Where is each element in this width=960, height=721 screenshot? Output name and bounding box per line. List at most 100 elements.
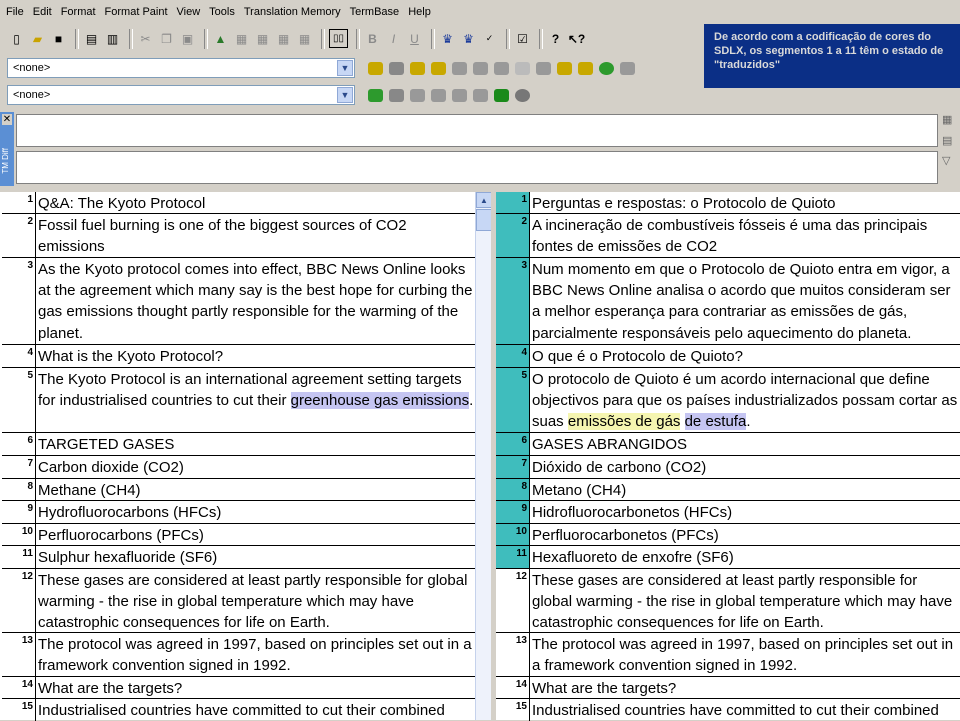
target-segment[interactable]: 15 Industrialised countries have committe… [496,699,960,721]
segment-text[interactable]: Hidrofluorocarbonetos (HFCs) [532,501,960,523]
segment-text[interactable]: O que é o Protocolo de Quioto? [532,345,960,367]
source-segment[interactable]: 11 Sulphur hexafluoride (SF6) [2,546,476,569]
tm-open-icon[interactable] [368,61,383,75]
segment-join-icon[interactable]: ▦ [296,30,313,47]
segment-text[interactable]: Q&A: The Kyoto Protocol [38,192,476,214]
source-segment[interactable]: 1 Q&A: The Kyoto Protocol [2,192,476,214]
tm-diff-source-box[interactable] [16,114,938,147]
termbase-next-icon[interactable] [494,88,509,102]
segment-merge-icon[interactable]: ▦ [254,30,271,47]
segment-text[interactable]: Carbon dioxide (CO2) [38,456,476,478]
new-document-icon[interactable]: ▯ [8,30,25,47]
close-icon[interactable]: ✕ [2,114,12,125]
segment-text[interactable]: These gases are considered at least part… [38,569,476,634]
help-icon[interactable]: ? [547,30,564,47]
target-segment[interactable]: 8 Metano (CH4) [496,479,960,501]
source-segment[interactable]: 8 Methane (CH4) [2,479,476,501]
segment-text[interactable]: Dióxido de carbono (CO2) [532,456,960,478]
menu-format-paint[interactable]: Format Paint [101,6,172,18]
source-segment[interactable]: 13 The protocol was agreed in 1997, based… [2,633,476,677]
menu-edit[interactable]: Edit [29,6,56,18]
source-scrollbar[interactable]: ▲ [475,192,492,720]
termbase-stop-icon[interactable] [515,88,530,102]
segment-text[interactable]: What is the Kyoto Protocol? [38,345,476,367]
view-columns-icon[interactable]: ▯▯ [329,29,348,48]
source-segment[interactable]: 3 As the Kyoto protocol comes into effect… [2,258,476,345]
target-segment[interactable]: 13 The protocol was agreed in 1997, based… [496,633,960,677]
segment-text[interactable]: The protocol was agreed in 1997, based o… [532,633,960,676]
copy-icon[interactable]: ❐ [158,30,175,47]
chevron-down-icon[interactable]: ▼ [337,60,353,76]
style-dropdown-1[interactable]: <none> ▼ [7,58,355,78]
source-segment[interactable]: 7 Carbon dioxide (CO2) [2,456,476,479]
paste-icon[interactable]: ▣ [179,30,196,47]
tm-compare-icon[interactable]: ▤ [942,134,958,150]
tm-diff-target-box[interactable] [16,151,938,184]
segment-text[interactable]: The Kyoto Protocol is an international a… [38,368,476,411]
segment-text[interactable]: GASES ABRANGIDOS [532,433,960,455]
segment-text[interactable]: Sulphur hexafluoride (SF6) [38,546,476,568]
tm-db3-icon[interactable] [557,61,572,75]
menu-tools[interactable]: Tools [205,6,239,18]
source-segment[interactable]: 12 These gases are considered at least pa… [2,569,476,633]
source-segment[interactable]: 9 Hydrofluorocarbons (HFCs) [2,501,476,524]
segment-text[interactable]: Perfluorocarbonetos (PFCs) [532,524,960,546]
segment-text[interactable]: Perguntas e respostas: o Protocolo de Qu… [532,192,960,214]
menu-format[interactable]: Format [57,6,100,18]
source-segment[interactable]: 10 Perfluorocarbons (PFCs) [2,524,476,546]
tm-close-icon[interactable] [389,61,404,75]
target-segment[interactable]: 10 Perfluorocarbonetos (PFCs) [496,524,960,546]
segment-text[interactable]: O protocolo de Quioto é um acordo intern… [532,368,960,433]
source-segment[interactable]: 14 What are the targets? [2,677,476,699]
segment-text[interactable]: As the Kyoto protocol comes into effect,… [38,258,476,344]
tm-apply-icon[interactable]: ▦ [942,113,958,129]
save-icon[interactable]: ■ [50,30,67,47]
segment-text[interactable]: The protocol was agreed in 1997, based o… [38,633,476,676]
tm-settings-icon[interactable] [620,61,635,75]
bold-icon[interactable]: B [364,30,381,47]
format-paint-icon[interactable]: ▲ [212,30,229,47]
target-segment[interactable]: 14 What are the targets? [496,677,960,699]
segment-text[interactable]: Methane (CH4) [38,479,476,501]
termbase-search-icon[interactable] [473,88,488,102]
segment-text[interactable]: Hydrofluorocarbons (HFCs) [38,501,476,523]
target-segment[interactable]: 11 Hexafluoreto de enxofre (SF6) [496,546,960,569]
termbase-open-icon[interactable] [368,88,383,102]
menu-termbase[interactable]: TermBase [346,6,404,18]
termbase-copy-icon[interactable] [410,88,425,102]
segment-text[interactable]: These gases are considered at least part… [532,569,960,634]
source-segment[interactable]: 15 Industrialised countries have committe… [2,699,476,721]
source-segment[interactable]: 5 The Kyoto Protocol is an international … [2,368,476,433]
context-help-icon[interactable]: ↖? [568,30,585,47]
termbase-add-icon[interactable] [452,88,467,102]
target-segment[interactable]: 7 Dióxido de carbono (CO2) [496,456,960,479]
target-segment[interactable]: 3 Num momento em que o Protocolo de Quiot… [496,258,960,345]
scroll-up-icon[interactable]: ▲ [476,192,492,208]
segment-text[interactable]: Perfluorocarbons (PFCs) [38,524,476,546]
open-folder-icon[interactable]: ▰ [29,30,46,47]
filter-icon[interactable] [515,61,530,75]
target-segment[interactable]: 9 Hidrofluorocarbonetos (HFCs) [496,501,960,524]
style-dropdown-2[interactable]: <none> ▼ [7,85,355,105]
segment-text[interactable]: Industrialised countries have committed … [38,699,476,721]
tm-db2-icon[interactable] [431,61,446,75]
target-segment[interactable]: 2A incineração de combustíveis fósseis é… [496,214,960,258]
menu-translation-memory[interactable]: Translation Memory [240,6,345,18]
tm-search-icon[interactable] [599,61,614,75]
segment-text[interactable]: A incineração de combustíveis fósseis é … [532,214,960,257]
segment-text[interactable]: What are the targets? [532,677,960,699]
segment-split-icon[interactable]: ▦ [275,30,292,47]
spellcheck-icon[interactable]: ✓ [481,30,498,47]
source-segment[interactable]: 6 TARGETED GASES [2,433,476,456]
menu-view[interactable]: View [173,6,205,18]
segment-text[interactable]: TARGETED GASES [38,433,476,455]
tm-filter-icon[interactable]: ▽ [942,154,958,170]
segment-text[interactable]: Hexafluoreto de enxofre (SF6) [532,546,960,568]
source-segment[interactable]: 2 Fossil fuel burning is one of the bigge… [2,214,476,258]
termbase-edit-icon[interactable] [431,88,446,102]
menu-file[interactable]: File [2,6,28,18]
chevron-down-icon[interactable]: ▼ [337,87,353,103]
tm-copy-icon[interactable] [494,61,509,75]
source-segment[interactable]: 4 What is the Kyoto Protocol? [2,345,476,368]
segment-icon[interactable]: ▦ [233,30,250,47]
